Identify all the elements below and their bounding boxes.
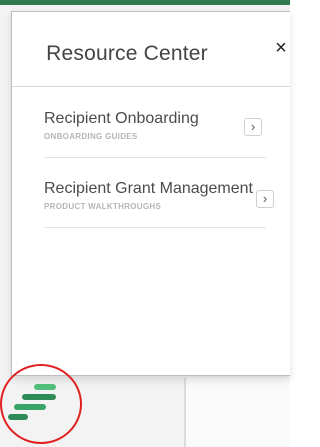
resource-center-panel: Resource Center × Recipient Onboarding O… <box>11 11 290 376</box>
chevron-right-icon[interactable]: › <box>244 118 262 136</box>
close-icon[interactable]: × <box>272 36 290 60</box>
top-brand-bar <box>0 0 290 5</box>
launcher-bar <box>8 414 28 420</box>
background-panel <box>186 378 290 447</box>
launcher-bar <box>14 404 46 410</box>
resource-item-title: Recipient Grant Management <box>44 180 253 197</box>
background-divider <box>184 378 186 447</box>
item-divider <box>44 227 266 228</box>
resource-center-title: Resource Center <box>46 42 208 65</box>
resource-center-launcher-icon[interactable] <box>8 382 68 442</box>
resource-item-subtitle: PRODUCT WALKTHROUGHS <box>44 202 162 211</box>
launcher-bar <box>34 384 56 390</box>
resource-item-recipient-onboarding[interactable]: Recipient Onboarding ONBOARDING GUIDES › <box>44 110 266 180</box>
resource-item-title: Recipient Onboarding <box>44 110 199 127</box>
resource-item-subtitle: ONBOARDING GUIDES <box>44 132 138 141</box>
item-divider <box>44 157 266 158</box>
resource-center-header: Resource Center × <box>12 12 290 87</box>
resource-item-recipient-grant-management[interactable]: Recipient Grant Management PRODUCT WALKT… <box>44 180 274 250</box>
chevron-right-icon[interactable]: › <box>256 190 274 208</box>
launcher-bar <box>22 394 56 400</box>
